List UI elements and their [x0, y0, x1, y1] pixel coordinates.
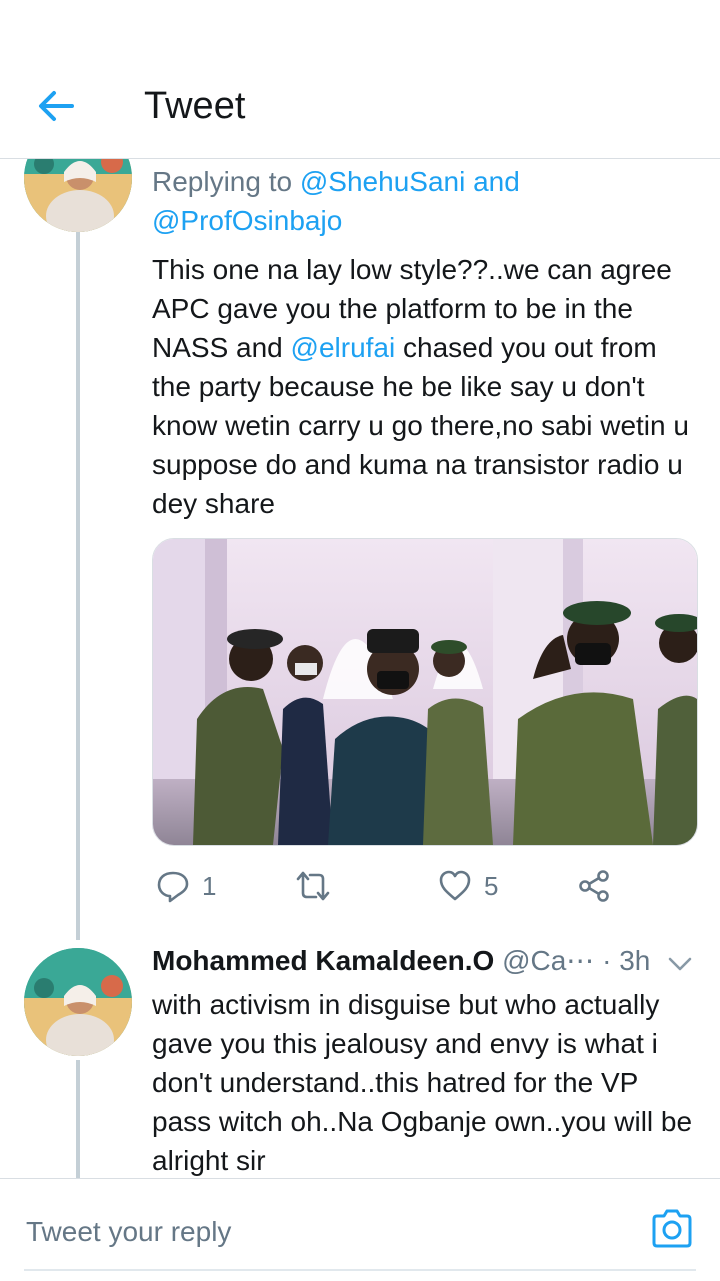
like-count: 5 — [484, 870, 499, 901]
reply-underline — [24, 1269, 696, 1271]
tweet-header: Mohammed Kamaldeen.O @Ca⋯ · 3h — [152, 941, 712, 981]
thread-line — [76, 1060, 80, 1178]
and-word: and — [465, 166, 520, 197]
retweet-action[interactable] — [296, 866, 330, 906]
share-action[interactable] — [578, 866, 612, 906]
author-name[interactable]: Mohammed Kamaldeen.O — [152, 945, 494, 976]
camera-icon — [652, 1209, 692, 1248]
camera-button[interactable] — [648, 1205, 696, 1253]
avatar-image — [24, 948, 132, 1056]
retweet-icon — [296, 871, 330, 901]
tweet-body: This one na lay low style??..we can agre… — [152, 250, 702, 523]
reply-action[interactable]: 1 — [156, 866, 216, 906]
share-icon — [579, 870, 609, 902]
reply-bar — [0, 1178, 720, 1281]
reply-count: 1 — [202, 870, 217, 901]
reply-icon — [157, 871, 189, 903]
replying-to: Replying to @ShehuSani and @ProfOsinbajo — [152, 162, 702, 240]
avatar[interactable] — [24, 948, 132, 1056]
mention-shehusani[interactable]: @ShehuSani — [300, 166, 465, 197]
photo-scene — [153, 539, 697, 845]
tweet-options-button[interactable] — [664, 948, 696, 980]
chevron-down-icon — [668, 957, 692, 971]
like-action[interactable]: 5 — [438, 866, 498, 906]
mention-elrufai[interactable]: @elrufai — [291, 332, 396, 363]
tweet-body: with activism in disguise but who actual… — [152, 989, 693, 1176]
back-button[interactable] — [34, 84, 78, 128]
author-handle[interactable]: @Ca⋯ — [502, 945, 594, 976]
mention-profosinbajo[interactable]: @ProfOsinbajo — [152, 205, 342, 236]
tweet-time: · 3h — [594, 945, 651, 976]
replying-prefix: Replying to — [152, 166, 300, 197]
back-arrow-icon — [39, 91, 74, 121]
thread-line — [76, 232, 80, 940]
like-icon — [439, 870, 471, 901]
header: Tweet — [0, 0, 720, 159]
tweet-photo[interactable] — [152, 538, 698, 846]
reply-input[interactable] — [24, 1209, 628, 1255]
page-title: Tweet — [144, 85, 246, 127]
